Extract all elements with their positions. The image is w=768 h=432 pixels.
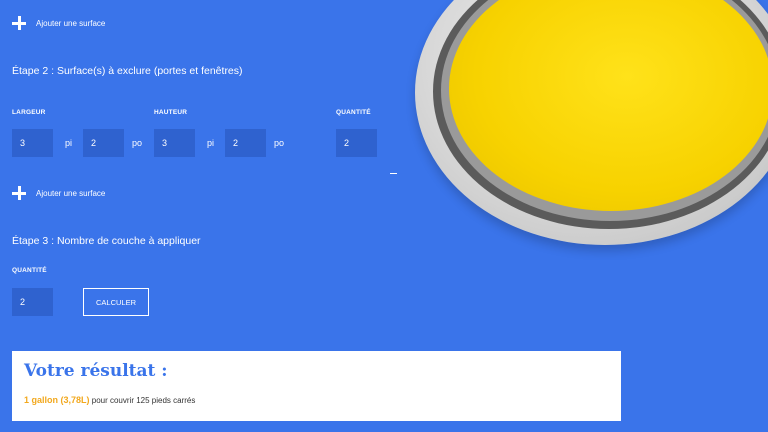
add-surface-label: Ajouter une surface xyxy=(36,188,106,198)
label-coats-quantity: QUANTITÉ xyxy=(12,267,47,274)
plus-icon xyxy=(12,186,26,200)
result-title: Votre résultat : xyxy=(24,361,168,381)
add-surface-label: Ajouter une surface xyxy=(36,18,106,28)
exclude-quantity-input[interactable]: 2 xyxy=(336,129,377,157)
add-surface-button-step2[interactable]: Ajouter une surface xyxy=(12,186,105,200)
result-coverage: pour couvrir 125 pieds carrés xyxy=(91,396,196,405)
label-width: LARGEUR xyxy=(12,109,46,116)
height-inches-input[interactable]: 2 xyxy=(225,129,266,157)
step3-title: Étape 3 : Nombre de couche à appliquer xyxy=(12,235,201,247)
minus-icon[interactable] xyxy=(390,173,397,174)
unit-inches-label: po xyxy=(274,138,285,148)
width-feet-input[interactable]: 3 xyxy=(12,129,53,157)
width-inches-input[interactable]: 2 xyxy=(83,129,124,157)
unit-feet-label: pi xyxy=(207,138,215,148)
label-height: HAUTEUR xyxy=(154,109,188,116)
calculate-button[interactable]: CALCULER xyxy=(83,288,149,316)
result-line: 1 gallon (3,78L) pour couvrir 125 pieds … xyxy=(24,395,195,405)
coats-quantity-input[interactable]: 2 xyxy=(12,288,53,316)
unit-inches-label: po xyxy=(132,138,143,148)
label-quantity: QUANTITÉ xyxy=(336,109,371,116)
add-surface-button-step1[interactable]: Ajouter une surface xyxy=(12,16,105,30)
result-amount: 1 gallon (3,78L) xyxy=(24,395,90,405)
step2-title: Étape 2 : Surface(s) à exclure (portes e… xyxy=(12,65,243,77)
paint-can-image xyxy=(415,0,768,245)
result-box: Votre résultat : 1 gallon (3,78L) pour c… xyxy=(12,351,621,421)
plus-icon xyxy=(12,16,26,30)
height-feet-input[interactable]: 3 xyxy=(154,129,195,157)
unit-feet-label: pi xyxy=(65,138,73,148)
